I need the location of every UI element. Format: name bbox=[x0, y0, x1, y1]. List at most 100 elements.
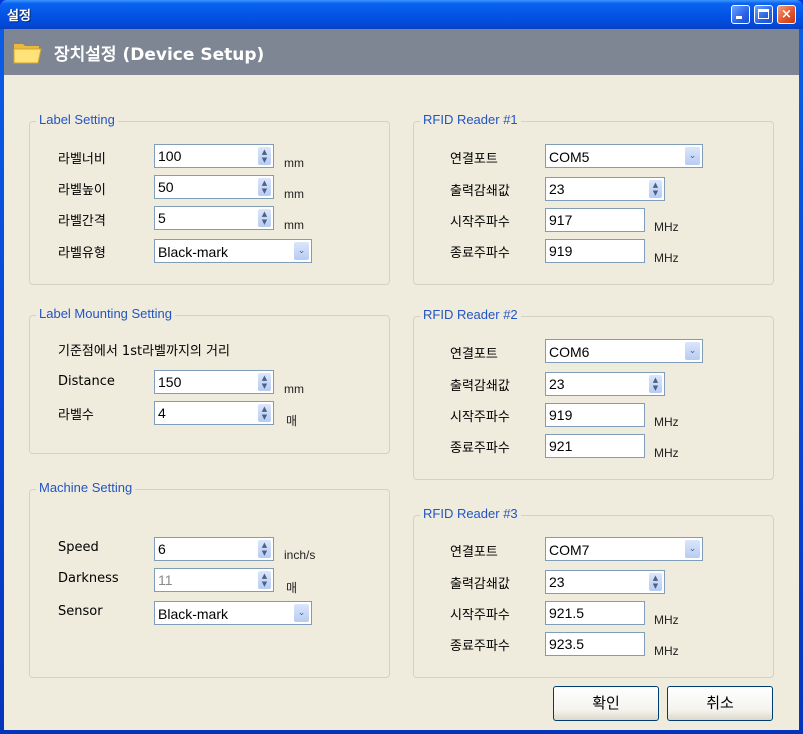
label-height-input[interactable]: 50 ▲ ▼ bbox=[154, 175, 274, 199]
speed-input[interactable]: 6 ▲ ▼ bbox=[154, 537, 274, 561]
group-legend: RFID Reader #1 bbox=[420, 112, 521, 127]
spin-buttons[interactable]: ▲ ▼ bbox=[258, 540, 271, 558]
spin-down-icon[interactable]: ▼ bbox=[258, 156, 271, 164]
attenuation-label: 출력감쇄값 bbox=[450, 184, 510, 199]
start-freq-label: 시작주파수 bbox=[450, 608, 510, 623]
end-freq-input[interactable]: 919 bbox=[545, 239, 645, 263]
spin-buttons[interactable]: ▲ ▼ bbox=[258, 178, 271, 196]
unit-label: mm bbox=[284, 382, 304, 396]
rfid-reader-3-group: RFID Reader #3 연결포트 COM7 ⌄ 출력감쇄값 23 ▲ ▼ 시… bbox=[413, 506, 774, 678]
spin-up-icon[interactable]: ▲ bbox=[649, 574, 662, 582]
chevron-down-icon[interactable]: ⌄ bbox=[294, 604, 309, 622]
chevron-down-icon[interactable]: ⌄ bbox=[294, 242, 309, 260]
unit-label: MHz bbox=[654, 220, 679, 234]
ok-button[interactable]: 확인 bbox=[553, 686, 659, 721]
chevron-down-icon[interactable]: ⌄ bbox=[685, 147, 700, 165]
end-freq-input[interactable]: 921 bbox=[545, 434, 645, 458]
spin-down-icon[interactable]: ▼ bbox=[258, 218, 271, 226]
label-type-select[interactable]: Black-mark ⌄ bbox=[154, 239, 312, 263]
spin-up-icon[interactable]: ▲ bbox=[649, 376, 662, 384]
spin-down-icon[interactable]: ▼ bbox=[649, 384, 662, 392]
close-button[interactable]: × bbox=[777, 5, 796, 24]
spin-up-icon[interactable]: ▲ bbox=[258, 210, 271, 218]
mounting-description: 기준점에서 1st라벨까지의 거리 bbox=[58, 344, 230, 359]
spin-up-icon[interactable]: ▲ bbox=[258, 405, 271, 413]
start-freq-input[interactable]: 919 bbox=[545, 403, 645, 427]
label-type-label: 라벨유형 bbox=[58, 246, 106, 261]
distance-value: 150 bbox=[158, 374, 182, 390]
maximize-button[interactable] bbox=[754, 5, 773, 24]
label-count-label: 라벨수 bbox=[58, 408, 94, 423]
unit-label: 매 bbox=[286, 581, 298, 595]
minimize-icon bbox=[736, 16, 742, 19]
start-freq-input[interactable]: 921.5 bbox=[545, 601, 645, 625]
folder-open-icon bbox=[13, 44, 42, 64]
title-bar[interactable]: 설정 × bbox=[0, 0, 803, 29]
darkness-label: Darkness bbox=[58, 571, 119, 586]
port-label: 연결포트 bbox=[450, 545, 498, 560]
group-legend: Label Setting bbox=[36, 112, 118, 127]
attenuation-value: 23 bbox=[549, 376, 565, 392]
label-height-label: 라벨높이 bbox=[58, 183, 106, 198]
darkness-input[interactable]: 11 ▲ ▼ bbox=[154, 568, 274, 592]
unit-label: mm bbox=[284, 218, 304, 232]
label-gap-input[interactable]: 5 ▲ ▼ bbox=[154, 206, 274, 230]
unit-label: inch/s bbox=[284, 548, 316, 562]
port-label: 연결포트 bbox=[450, 152, 498, 167]
settings-window: 설정 × 장치설정 (Device Setup) Label Setting 라… bbox=[0, 0, 803, 734]
port-select[interactable]: COM6 ⌄ bbox=[545, 339, 703, 363]
spin-down-icon[interactable]: ▼ bbox=[258, 413, 271, 421]
spin-buttons[interactable]: ▲ ▼ bbox=[649, 180, 662, 198]
spin-up-icon[interactable]: ▲ bbox=[649, 181, 662, 189]
darkness-value: 11 bbox=[158, 572, 173, 588]
chevron-down-icon[interactable]: ⌄ bbox=[685, 342, 700, 360]
spin-up-icon[interactable]: ▲ bbox=[258, 148, 271, 156]
spin-buttons[interactable]: ▲ ▼ bbox=[649, 375, 662, 393]
spin-buttons[interactable]: ▲ ▼ bbox=[258, 147, 271, 165]
spin-buttons[interactable]: ▲ ▼ bbox=[258, 404, 271, 422]
cancel-button[interactable]: 취소 bbox=[667, 686, 773, 721]
spin-up-icon[interactable]: ▲ bbox=[258, 374, 271, 382]
label-height-value: 50 bbox=[158, 179, 174, 195]
label-count-input[interactable]: 4 ▲ ▼ bbox=[154, 401, 274, 425]
attenuation-input[interactable]: 23 ▲ ▼ bbox=[545, 177, 665, 201]
minimize-button[interactable] bbox=[731, 5, 750, 24]
spin-down-icon[interactable]: ▼ bbox=[258, 580, 271, 588]
start-freq-input[interactable]: 917 bbox=[545, 208, 645, 232]
spin-buttons[interactable]: ▲ ▼ bbox=[649, 573, 662, 591]
end-freq-input[interactable]: 923.5 bbox=[545, 632, 645, 656]
port-value: COM6 bbox=[549, 344, 590, 360]
distance-input[interactable]: 150 ▲ ▼ bbox=[154, 370, 274, 394]
chevron-down-icon[interactable]: ⌄ bbox=[685, 540, 700, 558]
end-freq-label: 종료주파수 bbox=[450, 639, 510, 654]
spin-down-icon[interactable]: ▼ bbox=[258, 187, 271, 195]
start-freq-label: 시작주파수 bbox=[450, 215, 510, 230]
start-freq-label: 시작주파수 bbox=[450, 410, 510, 425]
machine-setting-group: Machine Setting Speed 6 ▲ ▼ inch/s Darkne… bbox=[29, 480, 390, 678]
spin-up-icon[interactable]: ▲ bbox=[258, 572, 271, 580]
group-legend: RFID Reader #3 bbox=[420, 506, 521, 521]
label-setting-group: Label Setting 라벨너비 100 ▲ ▼ mm 라벨높이 50 ▲ ▼ … bbox=[29, 112, 390, 285]
spin-down-icon[interactable]: ▼ bbox=[649, 582, 662, 590]
port-select[interactable]: COM7 ⌄ bbox=[545, 537, 703, 561]
unit-label: 매 bbox=[286, 414, 298, 428]
port-select[interactable]: COM5 ⌄ bbox=[545, 144, 703, 168]
group-legend: Label Mounting Setting bbox=[36, 306, 175, 321]
spin-down-icon[interactable]: ▼ bbox=[649, 189, 662, 197]
attenuation-input[interactable]: 23 ▲ ▼ bbox=[545, 372, 665, 396]
spin-buttons[interactable]: ▲ ▼ bbox=[258, 373, 271, 391]
distance-label: Distance bbox=[58, 374, 115, 389]
spin-down-icon[interactable]: ▼ bbox=[258, 382, 271, 390]
sensor-select[interactable]: Black-mark ⌄ bbox=[154, 601, 312, 625]
spin-down-icon[interactable]: ▼ bbox=[258, 549, 271, 557]
dialog-title: 장치설정 (Device Setup) bbox=[54, 45, 265, 65]
attenuation-input[interactable]: 23 ▲ ▼ bbox=[545, 570, 665, 594]
spin-up-icon[interactable]: ▲ bbox=[258, 179, 271, 187]
spin-buttons[interactable]: ▲ ▼ bbox=[258, 571, 271, 589]
port-label: 연결포트 bbox=[450, 347, 498, 362]
spin-up-icon[interactable]: ▲ bbox=[258, 541, 271, 549]
spin-buttons[interactable]: ▲ ▼ bbox=[258, 209, 271, 227]
rfid-reader-2-group: RFID Reader #2 연결포트 COM6 ⌄ 출력감쇄값 23 ▲ ▼ 시… bbox=[413, 307, 774, 480]
label-width-input[interactable]: 100 ▲ ▼ bbox=[154, 144, 274, 168]
group-legend: RFID Reader #2 bbox=[420, 307, 521, 322]
